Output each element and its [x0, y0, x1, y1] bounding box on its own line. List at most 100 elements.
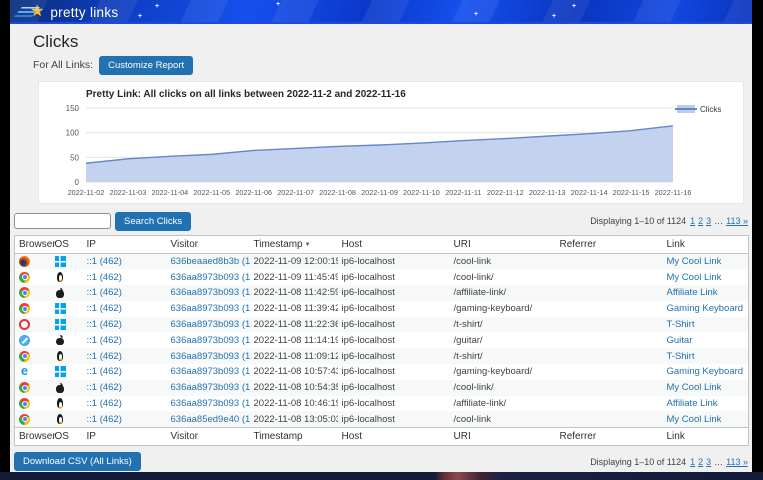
page-link-2[interactable]: 2: [698, 216, 703, 226]
sparkle-icon: +: [138, 13, 142, 20]
visitor-link[interactable]: 636aa8973b093 (1): [171, 287, 250, 298]
visitor-link[interactable]: 636aa8973b093 (1): [171, 319, 250, 330]
search-input[interactable]: [14, 213, 111, 229]
pagination-top: Displaying 1–10 of 1124 123…113 »: [590, 216, 748, 226]
col-link[interactable]: Link: [663, 427, 749, 445]
page-link-last[interactable]: 113 »: [726, 457, 748, 467]
col-ip[interactable]: IP: [83, 236, 167, 254]
linux-os-icon: [55, 351, 66, 362]
uri-cell: /t-shirt/: [450, 348, 556, 364]
chrome-browser-icon: [19, 351, 30, 362]
pretty-link[interactable]: Affiliate Link: [667, 398, 718, 409]
pretty-link[interactable]: Gaming Keyboard: [667, 303, 744, 314]
visitor-link[interactable]: 636aa8973b093 (1): [171, 398, 250, 409]
col-visitor[interactable]: Visitor: [167, 236, 250, 254]
pretty-links-logo: ★ pretty links: [18, 1, 118, 23]
sparkle-icon: +: [276, 1, 280, 8]
apple-os-icon: [55, 382, 66, 393]
page-link-3[interactable]: 3: [706, 457, 711, 467]
visitor-link[interactable]: 636aa8973b093 (1): [171, 366, 250, 377]
col-uri[interactable]: URI: [450, 236, 556, 254]
timestamp-cell: 2022-11-09 11:45:49: [250, 269, 338, 285]
col-visitor[interactable]: Visitor: [167, 427, 250, 445]
page-link-1[interactable]: 1: [690, 457, 695, 467]
svg-text:2022-11-08: 2022-11-08: [319, 188, 356, 197]
col-timestamp[interactable]: Timestamp: [250, 427, 338, 445]
col-host[interactable]: Host: [338, 427, 450, 445]
ip-link[interactable]: ::1 (462): [87, 382, 122, 393]
visitor-link[interactable]: 636aa85ed9e40 (1): [171, 414, 250, 425]
referrer-cell: [556, 254, 663, 270]
ip-link[interactable]: ::1 (462): [87, 256, 122, 267]
host-cell: ip6-localhost: [338, 380, 450, 396]
visitor-link[interactable]: 636aa8973b093 (1): [171, 335, 250, 346]
host-cell: ip6-localhost: [338, 332, 450, 348]
pretty-link[interactable]: My Cool Link: [667, 382, 722, 393]
linux-os-icon: [55, 414, 66, 425]
svg-text:2022-11-06: 2022-11-06: [235, 188, 272, 197]
page-links: 123…113 »: [690, 457, 748, 467]
ip-link[interactable]: ::1 (462): [87, 351, 122, 362]
col-browser[interactable]: Browser: [15, 427, 51, 445]
page-link-3[interactable]: 3: [706, 216, 711, 226]
footer-row: Download CSV (All Links) Displaying 1–10…: [14, 452, 748, 472]
ip-link[interactable]: ::1 (462): [87, 287, 122, 298]
col-os[interactable]: OS: [51, 236, 83, 254]
svg-text:2022-11-15: 2022-11-15: [613, 188, 650, 197]
chrome-browser-icon: [19, 287, 30, 298]
linux-os-icon: [55, 272, 66, 283]
brand-header: ★ pretty links + + + + + +: [10, 0, 752, 24]
col-host[interactable]: Host: [338, 236, 450, 254]
ip-link[interactable]: ::1 (462): [87, 398, 122, 409]
referrer-cell: [556, 317, 663, 333]
col-os[interactable]: OS: [51, 427, 83, 445]
chrome-browser-icon: [19, 272, 30, 283]
ip-link[interactable]: ::1 (462): [87, 335, 122, 346]
svg-text:2022-11-16: 2022-11-16: [655, 188, 692, 197]
ip-link[interactable]: ::1 (462): [87, 366, 122, 377]
page-link-last[interactable]: 113 »: [726, 216, 748, 226]
pretty-link[interactable]: My Cool Link: [667, 272, 722, 283]
search-clicks-button[interactable]: Search Clicks: [115, 212, 191, 231]
visitor-link[interactable]: 636aa8973b093 (1): [171, 382, 250, 393]
table-row: ::1 (462) 636aa8973b093 (1) 2022-11-08 1…: [15, 332, 749, 348]
windows-os-icon: [55, 303, 66, 314]
pretty-link[interactable]: Guitar: [667, 335, 693, 346]
visitor-link[interactable]: 636beaaed8b3b (1): [171, 256, 250, 267]
col-referrer[interactable]: Referrer: [556, 236, 663, 254]
customize-report-button[interactable]: Customize Report: [99, 56, 193, 75]
visitor-link[interactable]: 636aa8973b093 (1): [171, 272, 250, 283]
col-timestamp[interactable]: Timestamp▼: [250, 236, 338, 254]
pretty-link[interactable]: T-Shirt: [667, 319, 695, 330]
pretty-link[interactable]: Affiliate Link: [667, 287, 718, 298]
page-link-2[interactable]: 2: [698, 457, 703, 467]
page-link-1[interactable]: 1: [690, 216, 695, 226]
col-browser[interactable]: Browser: [15, 236, 51, 254]
visitor-link[interactable]: 636aa8973b093 (1): [171, 351, 250, 362]
download-csv-button[interactable]: Download CSV (All Links): [14, 452, 141, 471]
timestamp-cell: 2022-11-08 11:22:36: [250, 317, 338, 333]
referrer-cell: [556, 348, 663, 364]
col-ip[interactable]: IP: [83, 427, 167, 445]
svg-text:2022-11-04: 2022-11-04: [151, 188, 188, 197]
page-links: 123…113 »: [690, 216, 748, 226]
admin-page: ★ pretty links + + + + + + Clicks For Al…: [10, 0, 752, 480]
pretty-link[interactable]: Gaming Keyboard: [667, 366, 744, 377]
visitor-link[interactable]: 636aa8973b093 (1): [171, 303, 250, 314]
ip-link[interactable]: ::1 (462): [87, 303, 122, 314]
windows-os-icon: [55, 256, 66, 267]
uri-cell: /affiliate-link/: [450, 396, 556, 412]
pretty-link[interactable]: My Cool Link: [667, 256, 722, 267]
referrer-cell: [556, 269, 663, 285]
pretty-link[interactable]: My Cool Link: [667, 414, 722, 425]
col-uri[interactable]: URI: [450, 427, 556, 445]
col-link[interactable]: Link: [663, 236, 749, 254]
pretty-link[interactable]: T-Shirt: [667, 351, 695, 362]
svg-text:2022-11-12: 2022-11-12: [487, 188, 524, 197]
table-row: ::1 (462) 636aa8973b093 (1) 2022-11-08 1…: [15, 396, 749, 412]
ip-link[interactable]: ::1 (462): [87, 319, 122, 330]
ip-link[interactable]: ::1 (462): [87, 272, 122, 283]
referrer-cell: [556, 301, 663, 317]
ip-link[interactable]: ::1 (462): [87, 414, 122, 425]
col-referrer[interactable]: Referrer: [556, 427, 663, 445]
